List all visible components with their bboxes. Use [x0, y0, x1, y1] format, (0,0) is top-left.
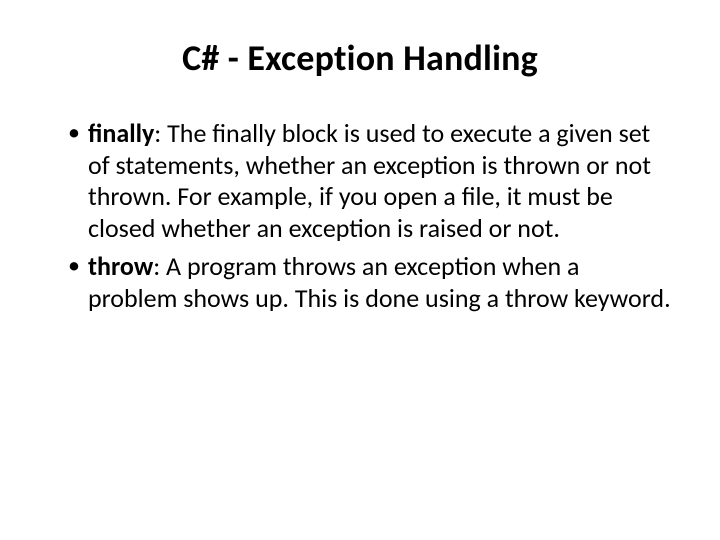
- keyword: throw: [88, 250, 153, 282]
- bullet-text: : The finally block is used to execute a…: [88, 117, 651, 244]
- bullet-list: finally: The finally block is used to ex…: [40, 118, 680, 314]
- list-item: finally: The finally block is used to ex…: [68, 118, 672, 245]
- keyword: finally: [88, 117, 154, 149]
- slide: C# - Exception Handling finally: The fin…: [0, 0, 720, 540]
- list-item: throw: A program throws an exception whe…: [68, 251, 672, 314]
- bullet-text: : A program throws an exception when a p…: [88, 250, 671, 314]
- slide-title: C# - Exception Handling: [40, 36, 680, 80]
